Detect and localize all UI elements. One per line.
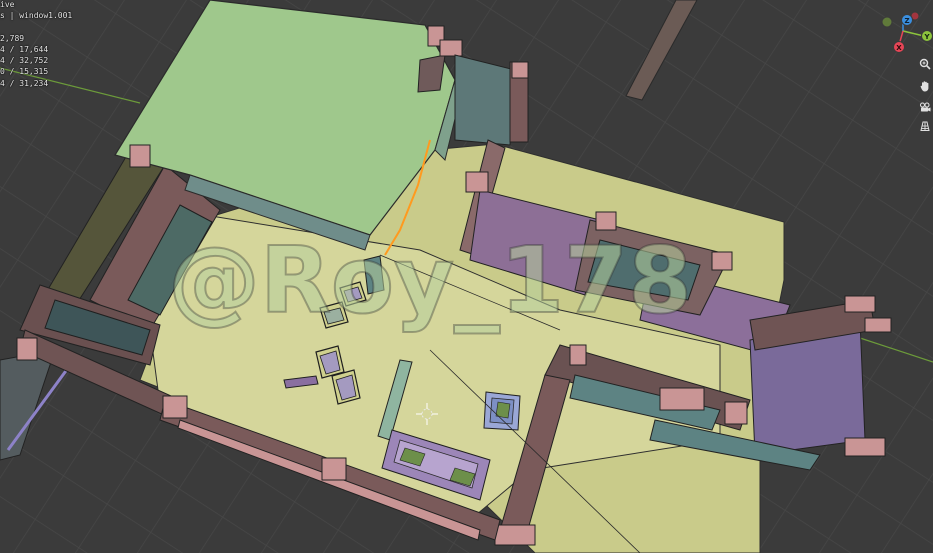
chimney-top-b	[439, 39, 463, 57]
back-wall	[454, 54, 516, 146]
hand-pan-icon	[920, 81, 929, 92]
viewport-stats-overlay: ive s | window1.001 2,789 4 / 17,644 4 /…	[0, 0, 90, 89]
stat-vertices: 4 / 17,644	[0, 44, 49, 54]
stat-triangles: 4 / 31,234	[0, 78, 49, 88]
gizmo-x-label: X	[896, 44, 902, 52]
far-right-base	[844, 437, 886, 457]
right-room-cap-b	[724, 401, 748, 425]
right-room-cap-c	[569, 344, 587, 366]
mode-text: ive	[0, 0, 15, 9]
post-right-b	[711, 251, 733, 271]
left-corner-post	[129, 144, 151, 168]
far-right-cap	[844, 295, 876, 313]
camera-icon	[919, 102, 931, 112]
gizmo-y-label: Y	[923, 33, 930, 41]
inner-room-base	[494, 524, 536, 546]
back-post-cap	[511, 61, 529, 79]
camera-view-button[interactable]	[918, 99, 932, 115]
far-right-cap-b	[864, 317, 892, 333]
right-room-cap-a	[659, 387, 705, 411]
armchair-object[interactable]	[483, 391, 521, 431]
zoom-button[interactable]	[918, 56, 932, 72]
stat-objects: 2,789	[0, 33, 25, 43]
zoom-icon	[919, 58, 931, 70]
front-post-a	[162, 395, 188, 419]
post-center-cap	[465, 171, 489, 193]
watermark-text: @Roy_178	[168, 227, 692, 334]
ortho-toggle-button[interactable]	[918, 118, 932, 134]
gizmo-neg-y[interactable]	[881, 16, 893, 28]
front-post-c	[16, 337, 38, 361]
ortho-grid-icon	[920, 121, 930, 131]
collection-text: s | window1.001	[0, 11, 73, 21]
stat-edges: 4 / 32,752	[0, 56, 49, 66]
3d-viewport[interactable]: @Roy_178 Z Y X	[0, 0, 933, 553]
chimney	[417, 54, 446, 93]
stat-faces: 0 / 15,315	[0, 67, 49, 77]
gizmo-z-label: Z	[904, 17, 909, 25]
front-post-b	[321, 457, 347, 481]
pan-button[interactable]	[918, 78, 932, 94]
